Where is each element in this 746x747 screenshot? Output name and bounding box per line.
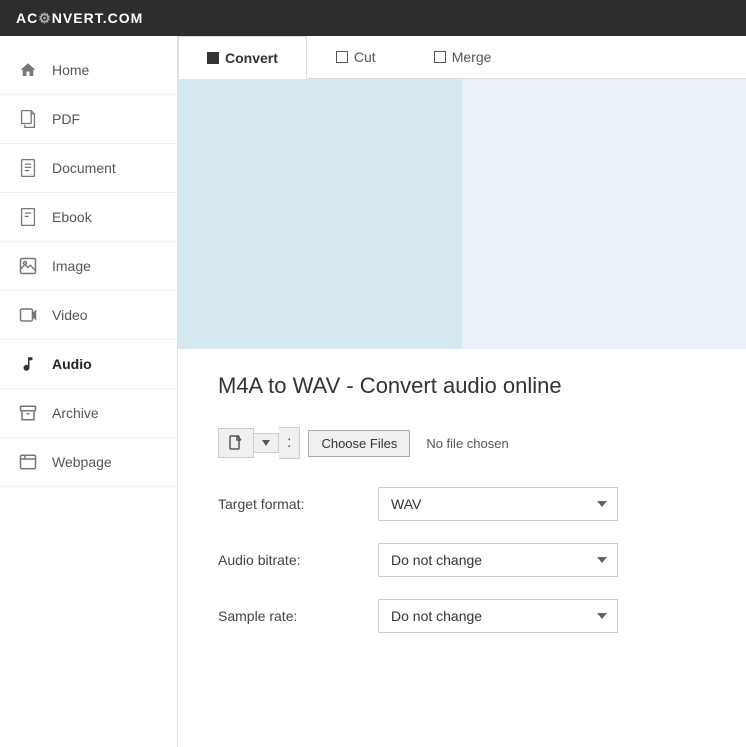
sidebar-label-video: Video: [52, 307, 88, 323]
dots-icon: :: [287, 434, 291, 451]
cut-tab-icon: [336, 51, 348, 63]
sidebar-item-audio[interactable]: Audio: [0, 340, 177, 389]
sidebar-label-ebook: Ebook: [52, 209, 92, 225]
ebook-icon: [16, 205, 40, 229]
file-new-icon: [229, 435, 243, 451]
main-layout: Home PDF Document Ebook Image: [0, 36, 746, 747]
webpage-icon: [16, 450, 40, 474]
tabs-bar: Convert Cut Merge: [178, 36, 746, 79]
tab-convert-label: Convert: [225, 50, 278, 66]
banner: [178, 79, 746, 349]
logo-suffix: NVERT.COM: [52, 10, 143, 26]
tab-merge[interactable]: Merge: [405, 36, 521, 78]
audio-icon: [16, 352, 40, 376]
content-area: Convert Cut Merge M4A to WAV - Convert a…: [178, 36, 746, 747]
sidebar-label-archive: Archive: [52, 405, 99, 421]
sample-rate-row: Sample rate: Do not change 8000 Hz 11025…: [218, 599, 706, 633]
sidebar-item-home[interactable]: Home: [0, 46, 177, 95]
tab-cut[interactable]: Cut: [307, 36, 405, 78]
tab-merge-label: Merge: [452, 49, 492, 65]
file-section: : Choose Files No file chosen: [218, 427, 706, 459]
video-icon: [16, 303, 40, 327]
pdf-icon: [16, 107, 40, 131]
sidebar-label-webpage: Webpage: [52, 454, 112, 470]
choose-files-button[interactable]: Choose Files: [308, 430, 410, 457]
sidebar-label-pdf: PDF: [52, 111, 80, 127]
sidebar-item-ebook[interactable]: Ebook: [0, 193, 177, 242]
convert-tab-icon: [207, 52, 219, 64]
sidebar-label-document: Document: [52, 160, 116, 176]
sidebar-item-archive[interactable]: Archive: [0, 389, 177, 438]
sidebar-item-video[interactable]: Video: [0, 291, 177, 340]
banner-left: [178, 79, 462, 349]
merge-tab-icon: [434, 51, 446, 63]
audio-bitrate-select[interactable]: Do not change 32 kbit/s 64 kbit/s 128 kb…: [378, 543, 618, 577]
home-icon: [16, 58, 40, 82]
sidebar: Home PDF Document Ebook Image: [0, 36, 178, 747]
sidebar-label-image: Image: [52, 258, 91, 274]
document-icon: [16, 156, 40, 180]
dropdown-arrow-icon: [262, 440, 270, 446]
tab-convert[interactable]: Convert: [178, 36, 307, 79]
archive-icon: [16, 401, 40, 425]
file-dropdown-button[interactable]: [254, 433, 279, 453]
sample-rate-select[interactable]: Do not change 8000 Hz 11025 Hz 22050 Hz …: [378, 599, 618, 633]
file-buttons: :: [218, 427, 300, 459]
audio-bitrate-label: Audio bitrate:: [218, 552, 378, 568]
sidebar-item-document[interactable]: Document: [0, 144, 177, 193]
sidebar-label-home: Home: [52, 62, 89, 78]
sidebar-item-webpage[interactable]: Webpage: [0, 438, 177, 487]
logo-text: AC: [16, 10, 38, 26]
file-options-button[interactable]: :: [279, 427, 300, 459]
sidebar-label-audio: Audio: [52, 356, 92, 372]
no-file-text: No file chosen: [426, 436, 508, 451]
page-content: M4A to WAV - Convert audio online : Choo…: [178, 349, 746, 679]
tab-cut-label: Cut: [354, 49, 376, 65]
file-new-button[interactable]: [218, 428, 254, 458]
audio-bitrate-row: Audio bitrate: Do not change 32 kbit/s 6…: [218, 543, 706, 577]
target-format-select[interactable]: WAV MP3 AAC OGG FLAC M4A WMA: [378, 487, 618, 521]
sidebar-item-pdf[interactable]: PDF: [0, 95, 177, 144]
sample-rate-label: Sample rate:: [218, 608, 378, 624]
page-title: M4A to WAV - Convert audio online: [218, 373, 706, 399]
target-format-label: Target format:: [218, 496, 378, 512]
site-logo: AC⚙NVERT.COM: [16, 10, 143, 27]
image-icon: [16, 254, 40, 278]
banner-right: [462, 79, 746, 349]
sidebar-item-image[interactable]: Image: [0, 242, 177, 291]
header: AC⚙NVERT.COM: [0, 0, 746, 36]
target-format-row: Target format: WAV MP3 AAC OGG FLAC M4A …: [218, 487, 706, 521]
gear-icon: ⚙: [38, 10, 52, 27]
